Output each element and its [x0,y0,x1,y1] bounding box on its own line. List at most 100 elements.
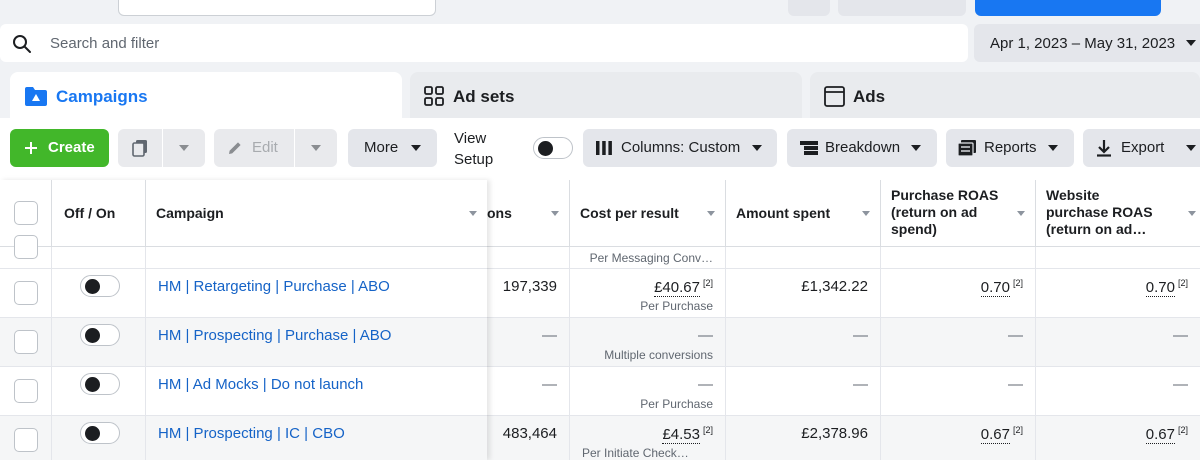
cost-subtitle: Per Messaging Conv… [589,251,713,265]
breakdown-button[interactable]: Breakdown [787,129,937,167]
export-label: Export [1121,139,1165,156]
pencil-icon [229,142,241,154]
column-header-results[interactable]: ons [487,180,570,246]
column-header-purchase-roas[interactable]: Purchase ROAS (return on ad spend) [881,180,1036,246]
purchase-roas-value: — [1008,327,1023,344]
amount-spent-value: — [853,327,868,344]
column-header-off-on[interactable]: Off / On [52,180,146,246]
campaign-name-link[interactable]: HM | Ad Mocks | Do not launch [158,376,363,393]
chevron-down-icon [1186,145,1196,151]
edit-label: Edit [252,139,278,156]
download-icon [1097,140,1111,157]
select-all-checkbox[interactable] [14,201,38,225]
sort-icon [469,211,477,216]
sort-icon [1017,211,1025,216]
campaign-row[interactable]: HM | Prospecting | Purchase | ABO [0,317,487,367]
reports-button[interactable]: Reports [946,129,1074,167]
top-primary-button-partial[interactable] [975,0,1161,16]
row-checkbox[interactable] [14,330,38,354]
cost-subtitle: Multiple conversions [604,348,713,362]
folder-icon [25,87,47,106]
cost-subtitle: Per Purchase [640,299,713,313]
cost-value: — [698,327,713,344]
plus-icon [25,142,37,154]
top-input-partial[interactable] [118,0,436,16]
campaigns-table: ons Cost per result Amount spent Purchas… [0,180,1200,460]
campaign-toggle[interactable] [80,422,120,444]
frozen-columns: Off / On Campaign HM | Retargeting | Pur… [0,180,487,460]
breakdown-icon [800,141,818,155]
view-setup-label: View Setup [454,130,494,168]
duplicate-icon [132,140,147,157]
cost-value: — [698,376,713,393]
column-header-cost-per-result[interactable]: Cost per result [570,180,726,246]
chevron-down-icon [1048,145,1058,151]
top-chip-partial-2[interactable] [838,0,966,16]
chevron-down-icon [311,145,321,151]
table-row-partial [0,235,487,269]
website-roas-value: — [1173,376,1188,393]
website-roas-value: 0.70 [2] [1145,278,1188,297]
results-value: 483,464 [502,425,557,442]
cost-subtitle: Per Initiate Check… [582,446,689,460]
column-header-amount-spent[interactable]: Amount spent [726,180,881,246]
column-header-campaign[interactable]: Campaign [146,180,487,246]
column-header-website-purchase-roas[interactable]: Website purchase ROAS (return on ad… [1036,180,1200,246]
reports-label: Reports [984,139,1037,156]
duplicate-button[interactable] [118,129,162,167]
date-range-picker[interactable]: Apr 1, 2023 – May 31, 2023 [974,24,1200,62]
duplicate-menu-button[interactable] [163,129,205,167]
cost-value: £4.53 [2] [662,425,713,444]
amount-spent-value: — [853,376,868,393]
campaign-toggle[interactable] [80,275,120,297]
website-roas-value: — [1173,327,1188,344]
results-value: — [542,376,557,393]
create-label: Create [48,139,95,156]
amount-spent-value: £2,378.96 [801,425,868,442]
columns-label: Columns: Custom [621,139,741,156]
chevron-down-icon [179,145,189,151]
toolbar: Create Edit More View Setup Columns: Cus… [0,118,1200,180]
row-checkbox[interactable] [14,235,38,259]
campaign-toggle[interactable] [80,373,120,395]
ad-square-icon [824,86,845,107]
campaign-name-link[interactable]: HM | Prospecting | IC | CBO [158,425,345,442]
more-label: More [364,139,399,156]
columns-icon [596,141,612,155]
search-bar[interactable]: Search and filter [0,24,968,62]
chevron-down-icon [911,145,921,151]
export-button[interactable]: Export [1083,129,1200,167]
row-checkbox[interactable] [14,281,38,305]
results-value: 197,339 [502,278,557,295]
edit-menu-button[interactable] [295,129,337,167]
row-checkbox[interactable] [14,428,38,452]
top-chip-partial[interactable] [788,0,830,16]
campaign-name-link[interactable]: HM | Retargeting | Purchase | ABO [158,278,390,295]
campaign-row[interactable]: HM | Ad Mocks | Do not launch [0,366,487,416]
campaign-name-link[interactable]: HM | Prospecting | Purchase | ABO [158,327,391,344]
results-value: — [542,327,557,344]
row-checkbox[interactable] [14,379,38,403]
campaign-row[interactable]: HM | Prospecting | IC | CBO [0,415,487,460]
view-setup-toggle[interactable] [533,137,573,159]
columns-button[interactable]: Columns: Custom [583,129,777,167]
cost-value: £40.67 [2] [654,278,713,297]
tab-campaigns-label: Campaigns [56,87,148,106]
sort-icon [1188,211,1196,216]
search-input[interactable]: Search and filter [50,35,159,52]
chevron-down-icon [411,145,421,151]
grid-icon [424,86,444,106]
purchase-roas-value: 0.70 [2] [980,278,1023,297]
more-button[interactable]: More [348,129,437,167]
campaign-toggle[interactable] [80,324,120,346]
top-header-strip [0,0,1200,22]
campaign-row[interactable]: HM | Retargeting | Purchase | ABO [0,268,487,318]
breakdown-label: Breakdown [825,139,901,156]
date-range-label: Apr 1, 2023 – May 31, 2023 [990,35,1176,52]
edit-button[interactable]: Edit [214,129,294,167]
cost-subtitle: Per Purchase [640,397,713,411]
amount-spent-value: £1,342.22 [801,278,868,295]
create-button[interactable]: Create [10,129,109,167]
sort-icon [862,211,870,216]
chevron-down-icon [1186,40,1196,46]
